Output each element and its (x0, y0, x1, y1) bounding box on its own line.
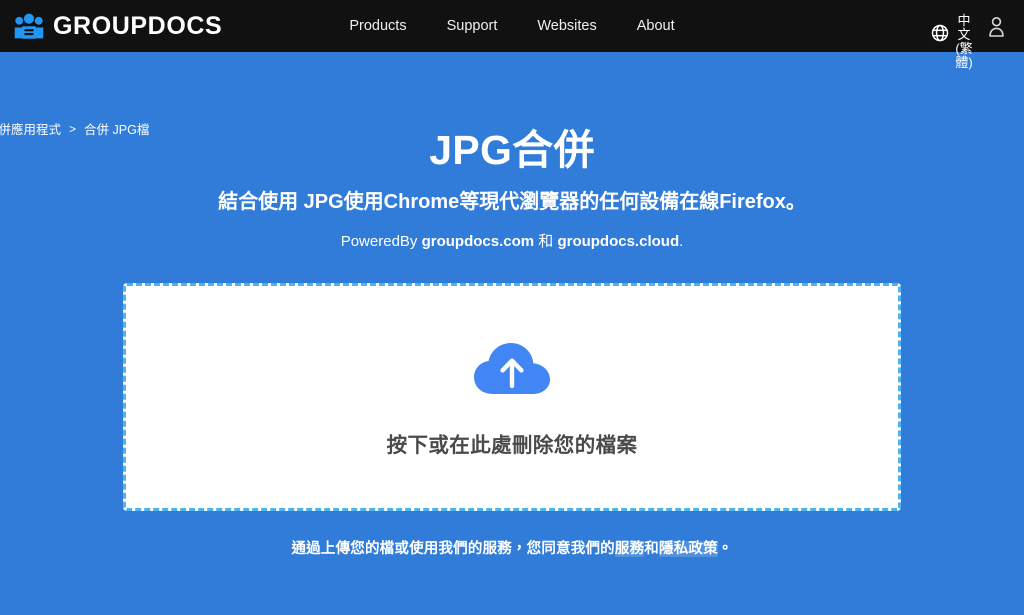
terms-notice: 通過上傳您的檔或使用我們的服務，您同意我們的服務和隱私政策。 (0, 537, 1024, 558)
header-actions: 中文(繁體) (931, 0, 1024, 70)
powered-by-prefix: PoweredBy (340, 233, 422, 251)
breadcrumb-item-merger-apps[interactable]: 合併應用程式 (0, 119, 61, 138)
brand-name: GROUPDOCS (53, 11, 223, 40)
file-dropzone[interactable]: 按下或在此處刪除您的檔案 (123, 283, 901, 512)
language-switcher[interactable]: 中文(繁體) (931, 0, 975, 70)
powered-by-link-groupdocs-com[interactable]: groupdocs.com (422, 233, 535, 250)
powered-by-link-groupdocs-cloud[interactable]: groupdocs.cloud (557, 233, 679, 250)
globe-icon (931, 14, 949, 42)
breadcrumb: 合併應用程式 > 合併 JPG檔 (0, 119, 149, 138)
privacy-policy-link[interactable]: 隱私政策 (659, 541, 718, 558)
terms-text-before: 通過上傳您的檔或使用我們的服務，您同意我們的 (291, 541, 615, 558)
page-title: JPG合併 (429, 127, 595, 173)
powered-by-suffix: . (679, 233, 684, 251)
account-button[interactable] (975, 0, 1016, 52)
powered-by-line: PoweredBy groupdocs.com 和 groupdocs.clou… (0, 230, 1024, 251)
user-icon (987, 16, 1006, 37)
nav-item-about[interactable]: About (637, 18, 675, 34)
dropzone-wrapper: 按下或在此處刪除您的檔案 (123, 283, 901, 512)
page-body: 合併應用程式 > 合併 JPG檔 JPG合併 結合使用 JPG使用Chrome等… (0, 52, 1024, 615)
page-subtitle: 結合使用 JPG使用Chrome等現代瀏覽器的任何設備在線Firefox。 (218, 191, 806, 214)
site-header: GROUPDOCS Products Support Websites Abou… (0, 0, 1024, 70)
hero-section: JPG合併 結合使用 JPG使用Chrome等現代瀏覽器的任何設備在線Firef… (0, 52, 1024, 251)
dropzone-label: 按下或在此處刪除您的檔案 (386, 434, 638, 458)
breadcrumb-separator: > (69, 121, 77, 136)
breadcrumb-item-merge-jpg[interactable]: 合併 JPG檔 (84, 119, 149, 138)
nav-item-websites[interactable]: Websites (537, 18, 596, 34)
nav-item-support[interactable]: Support (447, 18, 498, 34)
group-people-icon (14, 11, 44, 41)
brand-logo-link[interactable]: GROUPDOCS (0, 11, 222, 41)
terms-text-after: 。 (717, 541, 733, 558)
cloud-upload-icon (471, 336, 553, 398)
terms-text-between: 和 (644, 541, 659, 558)
powered-by-conjunction: 和 (534, 233, 558, 251)
language-label: 中文(繁體) (955, 13, 973, 71)
terms-of-service-link[interactable]: 服務 (614, 541, 645, 558)
nav-item-products[interactable]: Products (349, 18, 406, 34)
